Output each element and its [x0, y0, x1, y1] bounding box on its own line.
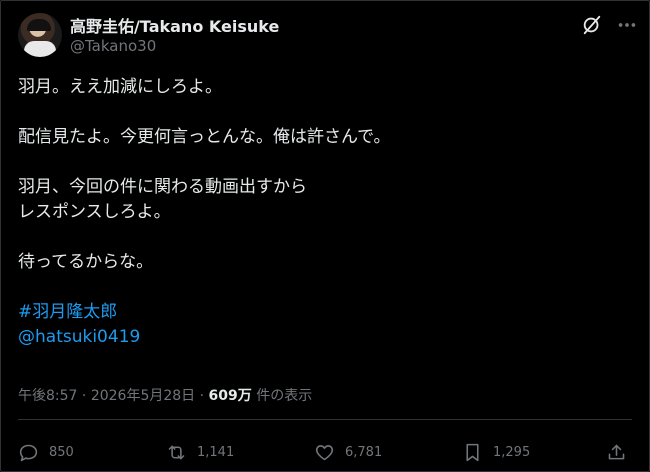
divider: [18, 419, 632, 420]
share-icon: [608, 444, 625, 459]
display-name[interactable]: 高野圭佑/Takano Keisuke: [70, 13, 279, 37]
post-card: 高野圭佑/Takano Keisuke @Takano30 羽月。ええ加減にしろ…: [0, 0, 650, 472]
repost-count: 1,141: [197, 444, 235, 460]
share-button[interactable]: [606, 439, 637, 465]
repost-icon: [168, 445, 185, 459]
reply-count: 850: [49, 444, 74, 460]
post-meta: 午後8:57 · 2026年5月28日 · 609万 件の表示: [18, 385, 312, 405]
post-body: 羽月。ええ加減にしろよ。 配信見たよ。今更何言っとんな。俺は許さんで。 羽月、今…: [18, 75, 628, 350]
post-line: 配信見たよ。今更何言っとんな。俺は許さんで。: [18, 127, 391, 147]
user-handle[interactable]: @Takano30: [70, 37, 156, 55]
hashtag-link[interactable]: #羽月隆太郎: [18, 302, 117, 322]
avatar-jersey: [24, 41, 56, 57]
action-bar: 850 1,141 6,781 1,295: [18, 439, 633, 465]
post-line: 羽月、今回の件に関わる動画出すから: [18, 177, 307, 197]
avatar-cap: [27, 19, 51, 31]
views-count[interactable]: 609万: [209, 388, 252, 404]
bookmark-button[interactable]: 1,295: [462, 439, 530, 465]
post-date[interactable]: 2026年5月28日: [91, 388, 195, 404]
like-icon: [315, 444, 334, 460]
more-icon[interactable]: [616, 14, 638, 36]
post-line: 羽月。ええ加減にしろよ。: [18, 77, 222, 97]
repost-button[interactable]: 1,141: [166, 439, 234, 465]
like-button[interactable]: 6,781: [314, 439, 382, 465]
like-count: 6,781: [345, 444, 383, 460]
mention-link[interactable]: @hatsuki0419: [18, 327, 140, 347]
post-line: 待ってるからな。: [18, 252, 154, 272]
bookmark-icon: [466, 443, 479, 461]
reply-icon: [19, 444, 38, 461]
post-time[interactable]: 午後8:57: [18, 388, 77, 404]
post-line: レスポンスしろよ。: [18, 202, 171, 222]
reply-button[interactable]: 850: [18, 439, 74, 465]
avatar[interactable]: [18, 13, 62, 57]
views-label: 件の表示: [256, 388, 313, 404]
grok-icon[interactable]: [581, 14, 603, 36]
meta-separator: ·: [81, 388, 87, 404]
bookmark-count: 1,295: [493, 444, 531, 460]
meta-separator: ·: [199, 388, 205, 404]
